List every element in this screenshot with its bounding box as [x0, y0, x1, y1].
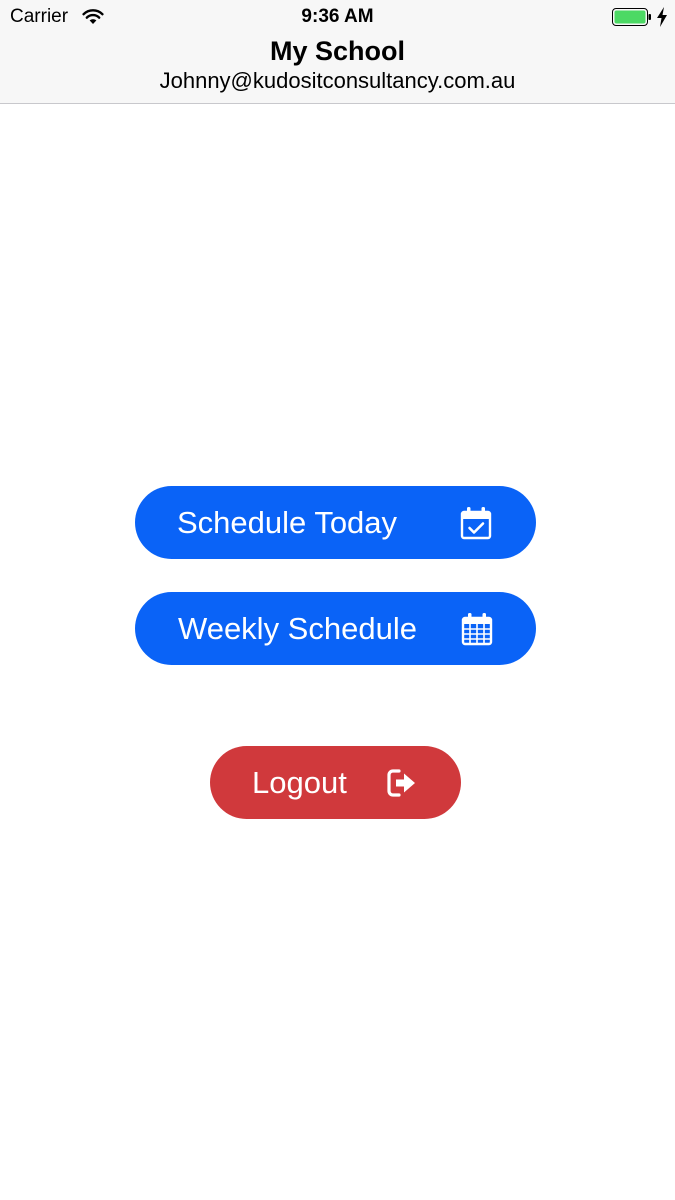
status-bar: Carrier 9:36 AM [0, 0, 675, 34]
weekly-schedule-label: Weekly Schedule [178, 611, 417, 646]
logout-label: Logout [252, 765, 347, 800]
battery-icon [612, 8, 651, 26]
schedule-today-button[interactable]: Schedule Today [135, 486, 536, 559]
calendar-grid-icon [461, 613, 493, 646]
calendar-check-icon [460, 507, 492, 540]
sign-out-icon [387, 769, 415, 797]
user-email: Johnny@kudositconsultancy.com.au [159, 68, 516, 93]
schedule-today-label: Schedule Today [177, 505, 398, 540]
charging-bolt-icon [657, 7, 667, 27]
top-bar: Carrier 9:36 AM My School Johnny@kudosit… [0, 0, 675, 104]
logout-button[interactable]: Logout [210, 746, 461, 819]
page-title: My School [269, 36, 405, 66]
app-screen: Carrier 9:36 AM My School Johnny@kudosit… [0, 0, 675, 1200]
status-time: 9:36 AM [301, 6, 374, 27]
weekly-schedule-button[interactable]: Weekly Schedule [135, 592, 536, 665]
